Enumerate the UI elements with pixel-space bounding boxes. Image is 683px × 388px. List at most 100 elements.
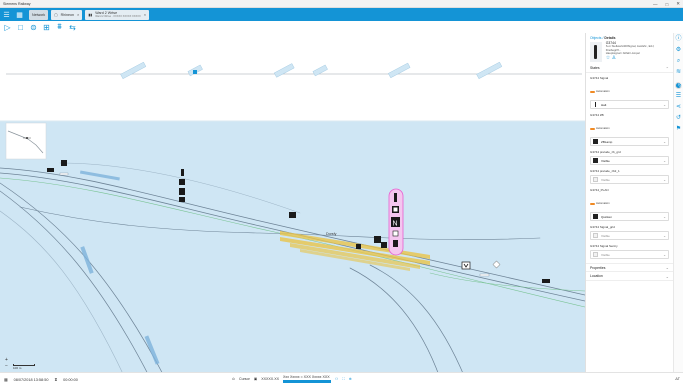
track-map[interactable]: Dorsfy N: [0, 33, 585, 378]
progress-bar: [283, 380, 331, 383]
menu-icon[interactable]: ☰: [0, 8, 13, 21]
breadcrumb-details: Details: [604, 36, 616, 40]
location-section-header[interactable]: Location ⌄: [586, 272, 673, 281]
signal-aspect-icon: [593, 102, 598, 107]
chevron-up-icon[interactable]: ⌃: [666, 66, 669, 71]
minimap[interactable]: [5, 122, 47, 160]
status-timer[interactable]: 00:00:00: [63, 378, 78, 382]
overview-position-marker: [193, 70, 197, 74]
station-label: Dorsfy: [326, 232, 337, 236]
chevron-down-icon[interactable]: ⌄: [666, 274, 669, 279]
details-panel: Objects / Details G3744 S-m Stellwerk400…: [585, 33, 673, 372]
history-icon[interactable]: ↺: [675, 115, 682, 122]
state-value: Halt: [601, 102, 607, 107]
signal-icon[interactable]: [179, 179, 185, 185]
close-button[interactable]: ✕: [676, 1, 680, 7]
automation-badge[interactable]: Automation: [590, 90, 610, 93]
state-select[interactable]: ZBLamp ⌄: [590, 137, 669, 146]
signal-icon[interactable]: [179, 188, 185, 195]
signal-mast-icon: [394, 193, 397, 202]
breadcrumb: Objects / Details: [586, 33, 673, 40]
signal-icon[interactable]: [181, 169, 184, 176]
settings-icon[interactable]: ⚙: [675, 47, 682, 54]
visibility-icon: [593, 158, 598, 163]
layers-icon[interactable]: ⊜: [29, 22, 38, 32]
state-label: G3744 prelude_zb2_1: [590, 169, 620, 173]
filter-icon[interactable]: ⩩: [55, 22, 64, 32]
breadcrumb-objects[interactable]: Objects: [590, 36, 602, 40]
signal-icon[interactable]: [381, 242, 387, 248]
signal-icon[interactable]: [542, 279, 550, 283]
user-icon[interactable]: ♙: [612, 55, 616, 61]
signal-icon[interactable]: [179, 197, 185, 202]
state-select[interactable]: Visible ⌄: [590, 175, 669, 184]
fullscreen-icon[interactable]: ⛶: [342, 377, 345, 381]
close-tab-icon[interactable]: ×: [144, 12, 146, 17]
tab-ward[interactable]: ▮▮ Ward 2 Wrtse Ward 2 Wrtse · XXXXX XXX…: [85, 9, 150, 20]
status-datetime[interactable]: 08/07/2018 13:58:50: [14, 378, 49, 382]
document-icon: ▢: [54, 12, 58, 17]
play-icon[interactable]: ▷: [3, 22, 12, 32]
chevron-down-icon: ⌄: [663, 158, 666, 163]
search-icon[interactable]: ⌕: [675, 58, 682, 65]
state-value: Visible: [601, 158, 610, 163]
target-icon[interactable]: ◎: [675, 82, 683, 89]
signal-icon[interactable]: [374, 236, 381, 243]
state-select[interactable]: Visible ⌄: [590, 231, 669, 240]
coordinates-icon: ▣: [253, 377, 258, 381]
app-window: Siemens Railway — □ ✕ ☰ ▦ Network ▢ Rhin…: [0, 0, 683, 388]
object-thumbnail: [590, 42, 602, 62]
chevron-down-icon: ⌄: [663, 139, 666, 144]
switch-icon[interactable]: [461, 261, 471, 270]
chevron-down-icon: ⌄: [663, 233, 666, 238]
state-value: Visible: [601, 177, 610, 182]
automation-badge[interactable]: Automation: [590, 202, 610, 205]
train-icon[interactable]: [479, 273, 490, 277]
automation-badge[interactable]: Automation: [590, 127, 610, 130]
tab-label: Network: [32, 12, 46, 17]
zoom-out-button[interactable]: −: [5, 363, 8, 369]
side-rail: ⓘ ⚙ ⌕ ≋ ◎ ☰ ⋖ ↺ ⚑: [673, 33, 683, 372]
maximize-button[interactable]: □: [666, 2, 669, 7]
state-select[interactable]: Visible ⌄: [590, 250, 669, 259]
star-icon[interactable]: ☆: [606, 55, 610, 61]
globe-icon[interactable]: ⊕: [349, 377, 352, 381]
share-icon[interactable]: ⋖: [675, 104, 682, 111]
signal-icon[interactable]: [289, 212, 296, 218]
tab-rhineon[interactable]: ▢ Rhineon ×: [51, 9, 83, 20]
state-value: Visible: [601, 233, 610, 238]
state-label: G3744 Signal_grid: [590, 225, 615, 229]
info-icon[interactable]: ⓘ: [675, 36, 682, 43]
apps-grid-icon[interactable]: ▦: [13, 8, 26, 21]
state-select[interactable]: Visible ⌄: [590, 156, 669, 165]
state-select[interactable]: Halt ⌄: [590, 100, 669, 109]
chevron-down-icon[interactable]: ⌄: [666, 265, 669, 270]
status-cursor: Cursor: [239, 377, 250, 381]
list-icon[interactable]: ☰: [675, 93, 682, 100]
states-section-header[interactable]: States ⌃: [586, 64, 673, 73]
chevron-down-icon: ⌄: [663, 214, 666, 219]
signal-icon[interactable]: [356, 244, 361, 249]
grid-icon[interactable]: ⊞: [42, 22, 51, 32]
signal-icon[interactable]: [47, 168, 54, 172]
minimize-button[interactable]: —: [653, 2, 658, 7]
signal-lamp-icon: [393, 207, 398, 212]
scale-label: 100 m: [13, 366, 22, 370]
signal-icon[interactable]: [61, 160, 67, 166]
measure-icon[interactable]: ⇆: [68, 22, 77, 32]
monitor-icon: ▮▮: [88, 12, 93, 17]
signal-aspect-icon: [392, 230, 399, 237]
properties-section-header[interactable]: Properties ⌄: [586, 263, 673, 272]
tab-network[interactable]: Network: [29, 9, 49, 20]
signal-board-letter-icon: N: [393, 221, 398, 228]
badge-label: Automation: [596, 90, 610, 94]
train-icon[interactable]: [59, 172, 69, 176]
layers-icon[interactable]: ≋: [675, 69, 682, 76]
flag-icon[interactable]: ⚑: [675, 126, 682, 133]
close-tab-icon[interactable]: ×: [77, 12, 79, 17]
stop-icon[interactable]: □: [16, 22, 25, 32]
state-select[interactable]: Quicken ⌄: [590, 212, 669, 221]
people-icon[interactable]: ⚇: [335, 377, 338, 381]
signal-highlight[interactable]: N: [388, 188, 404, 256]
state-label: G3744_PLAN: [590, 188, 609, 192]
